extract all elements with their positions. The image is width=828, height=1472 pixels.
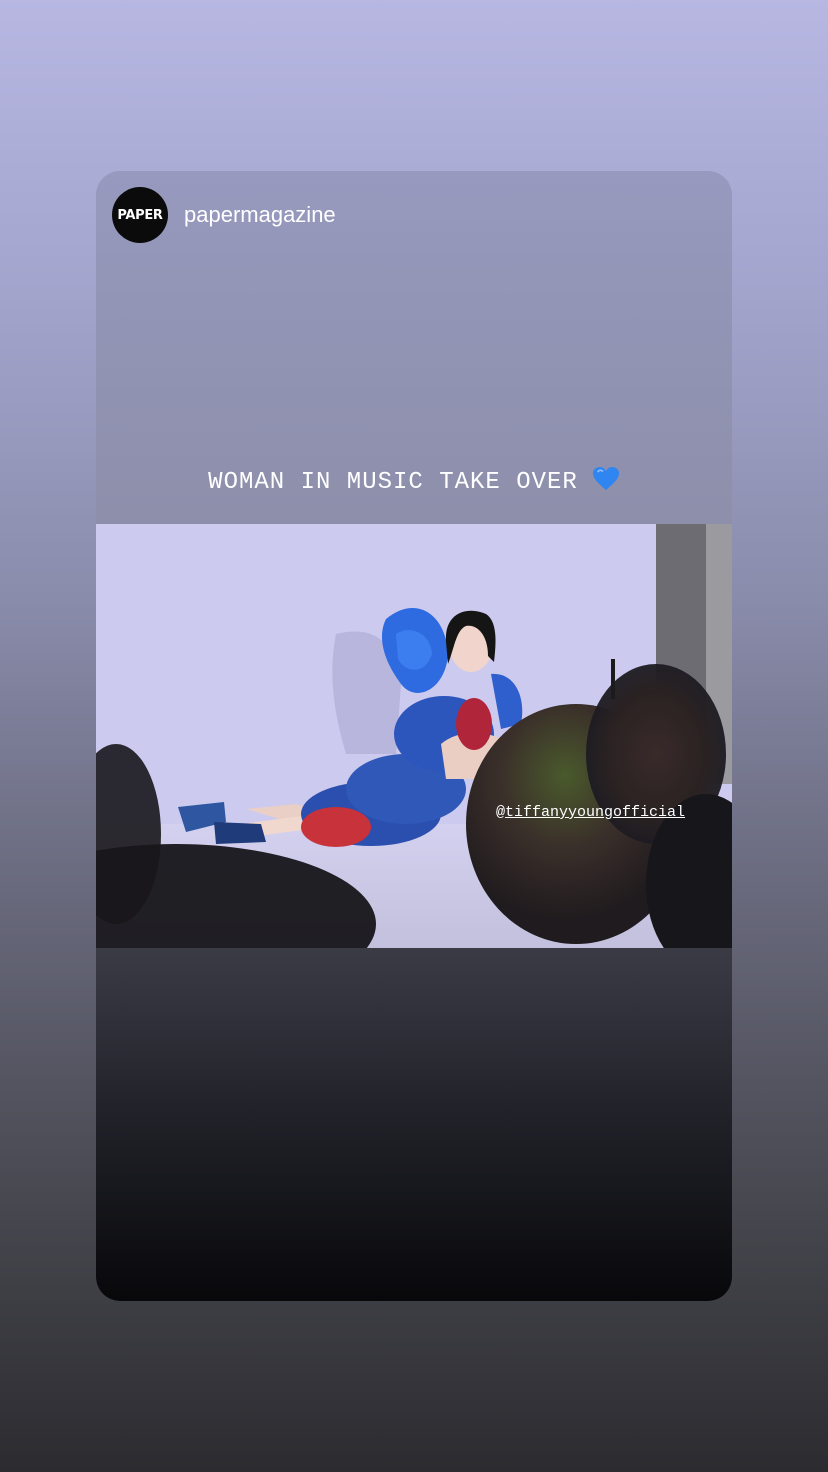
mention-handle[interactable]: tiffanyyoungofficial xyxy=(505,804,685,821)
caption-text: WOMAN IN MUSIC TAKE OVER xyxy=(208,469,578,496)
avatar[interactable]: PAPER xyxy=(112,187,168,243)
story-header[interactable]: PAPER papermagazine xyxy=(112,187,336,243)
avatar-logo-text: PAPER xyxy=(117,207,163,223)
username[interactable]: papermagazine xyxy=(184,202,336,228)
blue-heart-icon xyxy=(592,466,620,500)
story-card[interactable]: PAPER papermagazine WOMAN IN MUSIC TAKE … xyxy=(96,171,732,1301)
story-lower-area xyxy=(96,948,732,1301)
story-photo: @tiffanyyoungofficial xyxy=(96,524,732,948)
story-caption: WOMAN IN MUSIC TAKE OVER xyxy=(96,466,732,500)
photo-scene xyxy=(96,524,732,948)
mention-prefix: @ xyxy=(496,804,506,821)
mention-tag[interactable]: @tiffanyyoungofficial xyxy=(496,804,685,821)
